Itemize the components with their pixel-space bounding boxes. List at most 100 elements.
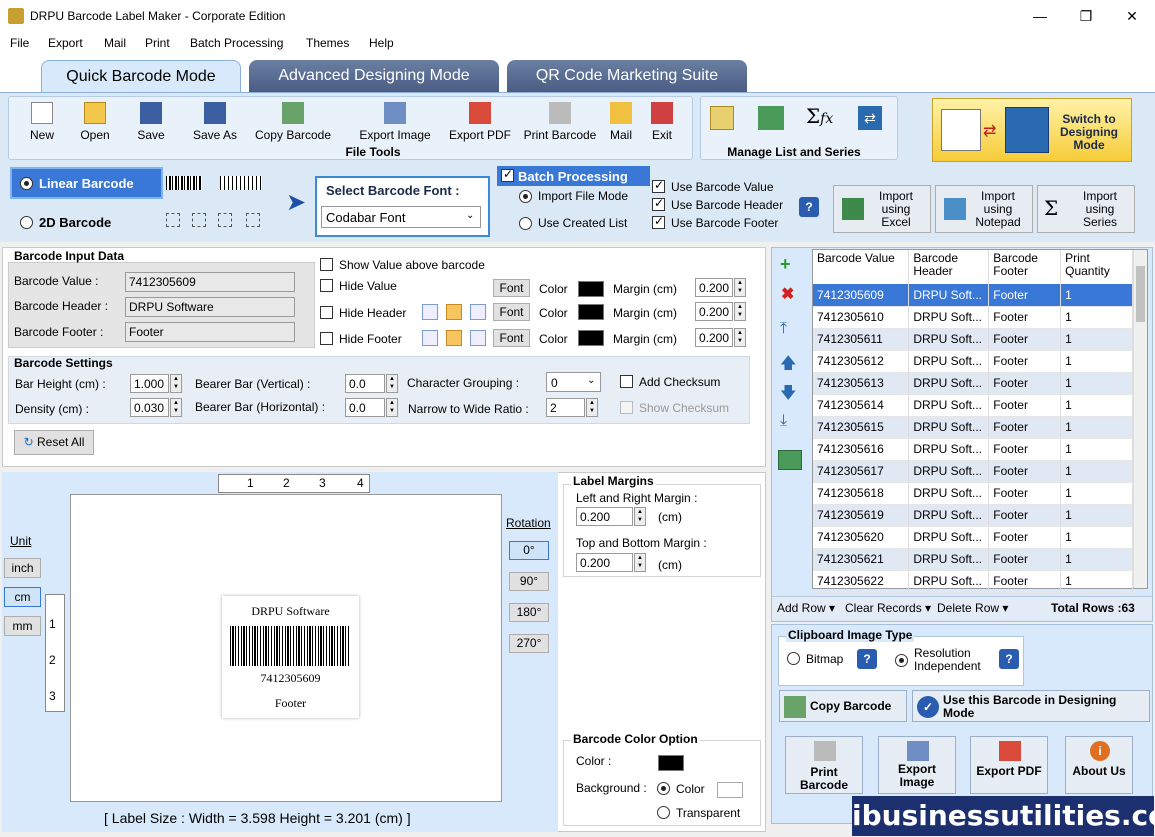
table-row[interactable]: 7412305620 DRPU Soft... Footer 1 (813, 526, 1133, 549)
table-cell[interactable]: 7412305615 (813, 416, 910, 439)
table-row[interactable]: 7412305611 DRPU Soft... Footer 1 (813, 328, 1133, 351)
ratio-input[interactable] (546, 398, 585, 417)
export-image-action[interactable]: Export Image (878, 736, 956, 794)
rotation-0-button[interactable]: 0° (509, 541, 549, 560)
footer-margin-input[interactable] (695, 328, 733, 347)
table-cell[interactable]: 1 (1060, 570, 1133, 593)
linear-barcode-radio[interactable] (20, 177, 33, 190)
use-created-radio[interactable] (519, 217, 532, 230)
menu-file[interactable]: File (10, 36, 29, 50)
tb-margin-spinner[interactable]: ▲ ▼ (634, 553, 646, 572)
align-right-icon[interactable] (470, 304, 486, 320)
table-cell[interactable]: 1 (1060, 526, 1133, 549)
menu-batch[interactable]: Batch Processing (190, 36, 283, 50)
new-button[interactable]: New (20, 102, 64, 142)
table-cell[interactable]: DRPU Soft... (908, 372, 990, 395)
open-button[interactable]: Open (72, 102, 118, 142)
barcode-color-swatch[interactable] (658, 755, 684, 771)
table-cell[interactable]: 7412305612 (813, 350, 910, 373)
series-icon[interactable]: Σfx (806, 104, 833, 128)
header-margin-spinner[interactable]: ▲ ▼ (734, 302, 746, 321)
footer-align-right-icon[interactable] (470, 330, 486, 346)
menu-export[interactable]: Export (48, 36, 83, 50)
table-cell[interactable]: 7412305617 (813, 460, 910, 483)
rotation-180-button[interactable]: 180° (509, 603, 549, 622)
table-cell[interactable]: 1 (1060, 438, 1133, 461)
bitmap-help-icon[interactable]: ? (857, 649, 877, 669)
table-row[interactable]: 7412305617 DRPU Soft... Footer 1 (813, 460, 1133, 483)
bar-height-spinner[interactable]: ▲ ▼ (170, 374, 182, 393)
unit-cm-button[interactable]: cm (4, 587, 41, 607)
grouping-dropdown[interactable]: 0 ⌄ (546, 372, 601, 392)
table-cell[interactable]: Footer (988, 482, 1062, 505)
close-icon[interactable]: ✕ (1109, 0, 1155, 32)
print-barcode-button[interactable]: Print Barcode (518, 102, 602, 142)
header-color-swatch[interactable] (578, 304, 604, 320)
table-row[interactable]: 7412305622 DRPU Soft... Footer 1 (813, 570, 1133, 593)
excel-list-icon[interactable] (758, 106, 784, 130)
table-cell[interactable]: 1 (1060, 284, 1133, 307)
bearer-v-spinner[interactable]: ▲ ▼ (386, 374, 398, 393)
table-cell[interactable]: 1 (1060, 416, 1133, 439)
footer-margin-spinner[interactable]: ▲ ▼ (734, 328, 746, 347)
delete-icon[interactable]: ✖ (781, 284, 794, 304)
lr-margin-input[interactable] (576, 507, 633, 526)
resolution-help-icon[interactable]: ? (999, 649, 1019, 669)
move-bottom-icon[interactable]: ⤓ (780, 412, 787, 430)
import-notepad-button[interactable]: Import using Notepad (935, 185, 1033, 233)
tab-advanced-designing[interactable]: Advanced Designing Mode (249, 60, 499, 92)
swap-icon[interactable]: ⇄ (858, 106, 882, 130)
copy-barcode-button[interactable]: Copy Barcode (250, 102, 336, 142)
table-cell[interactable]: 1 (1060, 328, 1133, 351)
save-as-button[interactable]: Save As (186, 102, 244, 142)
bitmap-radio[interactable] (787, 652, 800, 665)
bearer-h-spinner[interactable]: ▲ ▼ (386, 398, 398, 417)
table-cell[interactable]: DRPU Soft... (908, 284, 990, 307)
print-barcode-action[interactable]: Print Barcode (785, 736, 863, 794)
table-cell[interactable]: Footer (988, 570, 1062, 593)
table-cell[interactable]: 7412305611 (813, 328, 910, 351)
barcode-header-input[interactable] (125, 297, 295, 317)
table-cell[interactable]: 7412305621 (813, 548, 910, 571)
table-cell[interactable]: DRPU Soft... (908, 482, 990, 505)
table-cell[interactable]: Footer (988, 416, 1062, 439)
header-margin-input[interactable] (695, 302, 733, 321)
table-cell[interactable]: DRPU Soft... (908, 570, 990, 593)
bg-color-radio[interactable] (657, 782, 670, 795)
rotation-90-button[interactable]: 90° (509, 572, 549, 591)
menu-mail[interactable]: Mail (104, 36, 126, 50)
table-cell[interactable]: DRPU Soft... (908, 438, 990, 461)
copy-barcode-action[interactable]: Copy Barcode (779, 690, 907, 722)
switch-to-designing-button[interactable]: ⇄ Switch to Designing Mode (932, 98, 1132, 162)
col-print-quantity[interactable]: Print Quantity (1060, 250, 1133, 284)
save-button[interactable]: Save (128, 102, 174, 142)
resolution-radio[interactable] (895, 654, 908, 667)
import-series-button[interactable]: Σ Import using Series (1037, 185, 1135, 233)
col-barcode-header[interactable]: Barcode Header (908, 250, 990, 284)
2d-barcode-radio[interactable] (20, 216, 33, 229)
barcode-value-input[interactable] (125, 272, 295, 292)
maximize-icon[interactable]: ❐ (1063, 0, 1109, 32)
table-cell[interactable]: DRPU Soft... (908, 350, 990, 373)
table-cell[interactable]: Footer (988, 372, 1062, 395)
menu-print[interactable]: Print (145, 36, 170, 50)
delete-row-menu[interactable]: Delete Row ▾ (937, 601, 1008, 615)
move-top-icon[interactable]: ⤒ (780, 320, 787, 338)
value-color-swatch[interactable] (578, 281, 604, 297)
edit-list-icon[interactable] (710, 106, 734, 130)
table-cell[interactable]: 7412305614 (813, 394, 910, 417)
align-left-icon[interactable] (422, 304, 438, 320)
table-cell[interactable]: DRPU Soft... (908, 504, 990, 527)
export-pdf-button[interactable]: Export PDF (446, 102, 514, 142)
show-above-checkbox[interactable] (320, 258, 333, 271)
font-dropdown[interactable]: Codabar Font ⌄ (321, 206, 481, 228)
table-row[interactable]: 7412305610 DRPU Soft... Footer 1 (813, 306, 1133, 329)
table-row[interactable]: 7412305621 DRPU Soft... Footer 1 (813, 548, 1133, 571)
transparent-radio[interactable] (657, 806, 670, 819)
table-row[interactable]: 7412305612 DRPU Soft... Footer 1 (813, 350, 1133, 373)
bar-height-input[interactable] (130, 374, 169, 393)
add-checksum-checkbox[interactable] (620, 375, 633, 388)
density-input[interactable] (130, 398, 169, 417)
table-cell[interactable]: 7412305609 (813, 284, 910, 307)
export-excel-icon[interactable] (778, 450, 802, 470)
